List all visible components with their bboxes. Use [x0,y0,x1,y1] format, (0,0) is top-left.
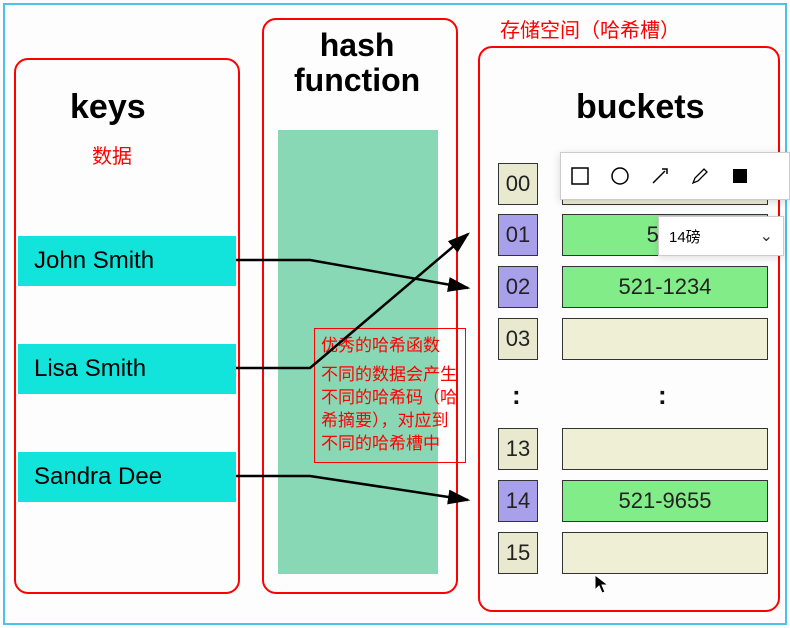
bucket-value [562,428,768,470]
fill-icon[interactable] [729,165,751,187]
keys-heading: keys [70,88,146,127]
font-size-select[interactable]: 14磅 ⌄ [658,216,784,256]
annotation-box: 优秀的哈希函数 不同的数据会产生不同的哈希码（哈希摘要），对应到不同的哈希槽中 [314,328,466,463]
arrow-icon[interactable] [649,165,671,187]
bucket-value: 521-9655 [562,480,768,522]
bucket-value [562,318,768,360]
pencil-icon[interactable] [689,165,711,187]
key-item: John Smith [18,236,236,286]
bucket-index: 15 [498,532,538,574]
bucket-value [562,532,768,574]
bucket-index: 14 [498,480,538,522]
hashfunc-heading: hash function [294,28,420,98]
storage-label: 存储空间（哈希槽） [500,14,680,43]
mouse-cursor-icon [594,574,610,596]
bucket-index: 00 [498,163,538,205]
bucket-index: 03 [498,318,538,360]
keys-group-box [14,58,240,594]
key-item: Sandra Dee [18,452,236,502]
drawing-toolbar[interactable] [560,152,790,200]
circle-icon[interactable] [609,165,631,187]
annotation-body: 不同的数据会产生不同的哈希码（哈希摘要），对应到不同的哈希槽中 [321,365,457,453]
square-icon[interactable] [569,165,591,187]
chevron-down-icon: ⌄ [760,226,773,246]
bucket-index: 13 [498,428,538,470]
annotation-title: 优秀的哈希函数 [321,335,459,358]
bucket-index: 01 [498,214,538,256]
bucket-value: 521-1234 [562,266,768,308]
buckets-heading: buckets [576,88,705,127]
font-size-value: 14磅 [669,226,701,247]
data-label: 数据 [92,140,132,169]
ellipsis: : [512,380,521,411]
key-item: Lisa Smith [18,344,236,394]
bucket-index: 02 [498,266,538,308]
ellipsis: : [658,380,667,411]
